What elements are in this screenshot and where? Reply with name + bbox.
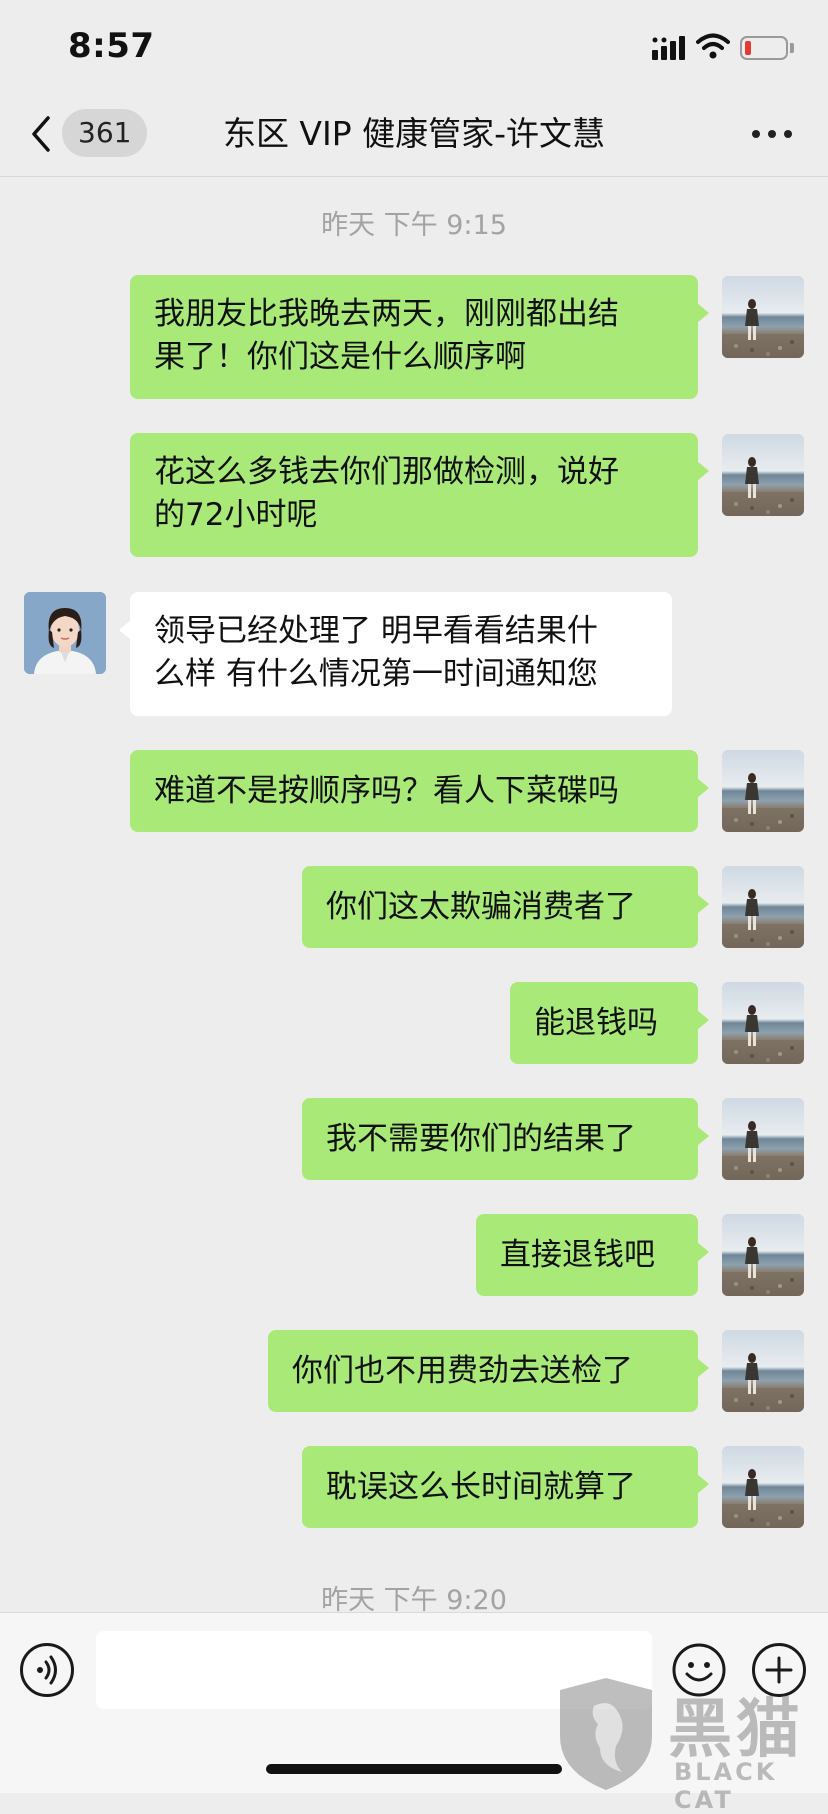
user-avatar[interactable]	[722, 982, 804, 1064]
watermark-subtitle: BLACK CAT	[674, 1758, 778, 1814]
chat-header: 361 东区 VIP 健康管家-许文慧	[0, 96, 828, 177]
message-bubble-sent[interactable]: 直接退钱吧	[476, 1214, 709, 1296]
user-avatar[interactable]	[722, 1446, 804, 1528]
watermark-logo-icon	[560, 1678, 652, 1790]
more-icon[interactable]	[752, 130, 792, 140]
status-time: 8:57	[68, 26, 155, 66]
message-bubble-sent[interactable]: 耽误这么长时间就算了	[302, 1446, 709, 1528]
message-bubble-sent[interactable]: 能退钱吗	[510, 982, 709, 1064]
user-avatar[interactable]	[722, 276, 804, 358]
chat-title: 东区 VIP 健康管家-许文慧	[222, 114, 606, 153]
user-avatar[interactable]	[722, 1214, 804, 1296]
blackcat-watermark: 黑猫 BLACK CAT	[556, 1676, 828, 1814]
message-bubble-sent[interactable]: 我朋友比我晚去两天，刚刚都出结 果了！你们这是什么顺序啊	[130, 275, 709, 399]
message-bubble-received[interactable]: 领导已经处理了 明早看看结果什 么样 有什么情况第一时间通知您	[119, 592, 672, 716]
unread-count-badge[interactable]: 361	[62, 109, 148, 157]
message-timestamp: 昨天 下午 9:15	[321, 210, 507, 241]
user-avatar[interactable]	[722, 750, 804, 832]
status-bar: 8:57	[0, 0, 828, 96]
user-avatar[interactable]	[722, 1098, 804, 1180]
voice-icon[interactable]	[20, 1643, 74, 1697]
wifi-icon	[696, 33, 730, 59]
signal-icon	[652, 36, 685, 60]
battery-level	[745, 41, 751, 55]
message-bubble-sent[interactable]: 你们也不用费劲去送检了	[268, 1330, 709, 1412]
message-bubble-sent[interactable]: 花这么多钱去你们那做检测，说好 的72小时呢	[130, 433, 709, 557]
user-avatar[interactable]	[722, 866, 804, 948]
message-bubble-sent[interactable]: 我不需要你们的结果了	[302, 1098, 709, 1180]
user-avatar[interactable]	[722, 434, 804, 516]
home-indicator	[266, 1764, 562, 1774]
battery-cap	[790, 43, 794, 53]
message-bubble-sent[interactable]: 难道不是按顺序吗？看人下菜碟吗	[130, 750, 709, 832]
watermark-brand: 黑猫	[668, 1693, 804, 1767]
battery-icon	[740, 36, 788, 60]
message-bubble-sent[interactable]: 你们这太欺骗消费者了	[302, 866, 709, 948]
back-icon[interactable]	[26, 112, 56, 156]
user-avatar[interactable]	[722, 1330, 804, 1412]
contact-avatar[interactable]	[24, 592, 106, 674]
